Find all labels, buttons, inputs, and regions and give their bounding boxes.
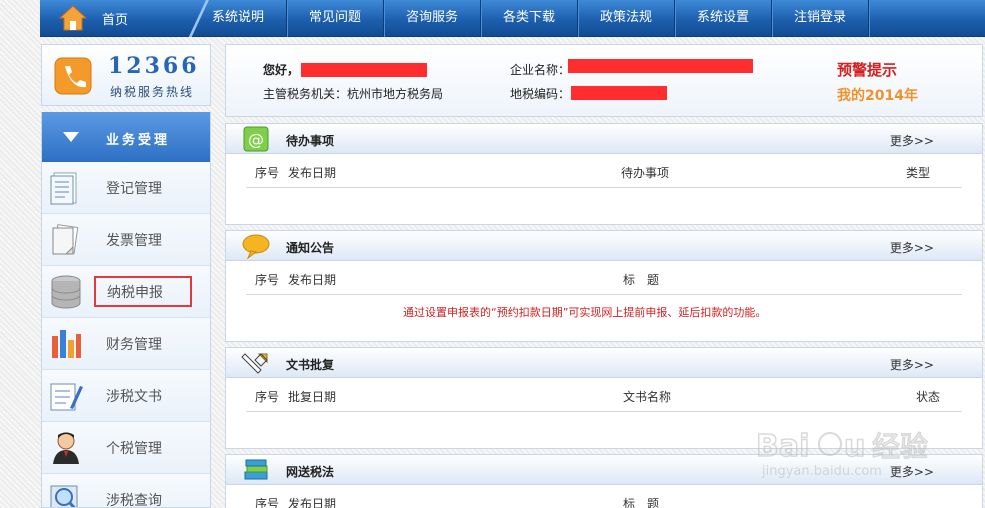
col-title: 标 题 — [623, 273, 660, 287]
home-icon — [58, 5, 88, 31]
panel-title: 通知公告 — [286, 241, 335, 255]
panel-title: 网送税法 — [286, 465, 335, 479]
sidebar-item-tax-query[interactable]: 涉税查询 — [42, 474, 210, 508]
redacted-company-name — [568, 59, 753, 73]
hotline-number: 12366 — [108, 53, 200, 79]
svg-text:Bai: Bai — [756, 429, 809, 464]
phone-icon — [54, 57, 92, 95]
sidebar-item-tax-documents[interactable]: 涉税文书 — [42, 370, 210, 422]
table-header: 序号 发布日期 标 题 — [246, 261, 962, 295]
sidebar-item-label: 涉税查询 — [106, 493, 162, 508]
registration-icon — [50, 172, 77, 205]
my-2014-link[interactable]: 我的2014年 — [837, 85, 918, 105]
nav-item-settings[interactable]: 系统设置 — [675, 0, 772, 37]
sidebar-item-invoice[interactable]: 发票管理 — [42, 214, 210, 266]
quill-pen-icon — [241, 353, 268, 374]
panel-header: @ 待办事项 更多>> — [226, 124, 982, 154]
speech-bubble-icon — [242, 234, 270, 259]
notice-panel: 通知公告 更多>> 序号 发布日期 标 题 通过设置申报表的“预约扣款日期”可实… — [225, 230, 983, 342]
watermark-url: jingyan.baidu.com — [762, 464, 882, 479]
bar-chart-icon — [52, 330, 81, 358]
sidebar-item-label: 财务管理 — [106, 337, 162, 353]
sidebar: 业务受理 登记管理 发票管理 纳税申报 财务管理 涉税文书 个税管理 涉税查询 — [41, 112, 211, 508]
nav-item-logout[interactable]: 注销登录 — [772, 0, 869, 37]
person-icon — [53, 432, 79, 464]
col-index: 序号 — [255, 166, 280, 180]
home-label: 首页 — [102, 13, 129, 28]
sidebar-item-label: 登记管理 — [106, 181, 162, 197]
user-info-box: 您好， 主管税务机关：杭州市地方税务局 企业名称： 地税编码： 预警提示 我的2… — [225, 44, 983, 117]
panel-title: 文书批复 — [286, 358, 335, 372]
col-item: 待办事项 — [621, 166, 670, 180]
svg-text:u: u — [844, 429, 865, 464]
svg-text:经验: 经验 — [872, 430, 928, 463]
sidebar-item-label: 个税管理 — [106, 441, 162, 457]
document-pen-icon — [50, 383, 83, 411]
panel-header: 通知公告 更多>> — [226, 231, 982, 261]
sidebar-item-finance[interactable]: 财务管理 — [42, 318, 210, 370]
sidebar-item-tax-declaration[interactable]: 纳税申报 — [42, 266, 210, 318]
database-icon — [51, 275, 81, 309]
company-label: 企业名称： — [510, 63, 571, 77]
top-nav: 首页 系统说明 常见问题 咨询服务 各类下载 政策法规 系统设置 注销登录 — [40, 0, 985, 37]
table-header: 序号 批复日期 文书名称 状态 — [246, 378, 962, 412]
baidu-paw-logo-icon: Bai u 经验 — [755, 428, 929, 465]
todo-panel: @ 待办事项 更多>> 序号 发布日期 待办事项 类型 — [225, 123, 983, 225]
col-index: 序号 — [255, 273, 280, 287]
col-index: 序号 — [255, 497, 280, 508]
sidebar-item-personal-tax[interactable]: 个税管理 — [42, 422, 210, 474]
col-status: 状态 — [916, 390, 941, 404]
table-header: 序号 发布日期 待办事项 类型 — [246, 154, 962, 188]
collapse-triangle-icon — [63, 132, 79, 142]
sidebar-item-label: 涉税文书 — [106, 389, 162, 405]
nav-item-policies[interactable]: 政策法规 — [578, 0, 675, 37]
col-index: 序号 — [255, 390, 280, 404]
more-link[interactable]: 更多>> — [890, 132, 934, 149]
col-type: 类型 — [906, 166, 931, 180]
more-link[interactable]: 更多>> — [890, 239, 934, 256]
sidebar-item-registration[interactable]: 登记管理 — [42, 162, 210, 214]
nav-item-faq[interactable]: 常见问题 — [287, 0, 384, 37]
col-date: 发布日期 — [288, 273, 337, 287]
invoice-icon — [52, 224, 79, 255]
nav-item-system-guide[interactable]: 系统说明 — [190, 0, 287, 37]
sidebar-header[interactable]: 业务受理 — [42, 112, 210, 162]
warning-link[interactable]: 预警提示 — [837, 59, 897, 80]
baidu-watermark: Bai u 经验 jingyan.baidu.com — [750, 420, 950, 500]
panel-title: 待办事项 — [286, 134, 335, 148]
sidebar-item-label: 发票管理 — [106, 233, 162, 249]
home-link[interactable]: 首页 — [40, 0, 190, 37]
sidebar-item-label: 纳税申报 — [107, 285, 163, 301]
col-date: 发布日期 — [288, 497, 337, 508]
panel-header: 文书批复 更多>> — [226, 348, 982, 378]
tax-authority: 主管税务机关：杭州市地方税务局 — [263, 87, 444, 101]
hotline-banner: 12366 纳税服务热线 — [41, 44, 211, 106]
hotline-label: 纳税服务热线 — [110, 85, 195, 99]
redacted-ds-code — [571, 86, 667, 100]
ds-code-label: 地税编码： — [510, 87, 571, 101]
magnifier-icon — [50, 485, 78, 507]
at-sign-icon: @ — [243, 126, 269, 152]
books-icon — [244, 459, 268, 480]
nav-item-downloads[interactable]: 各类下载 — [481, 0, 578, 37]
svg-text:@: @ — [248, 130, 264, 149]
more-link[interactable]: 更多>> — [890, 356, 934, 373]
col-date: 发布日期 — [288, 166, 337, 180]
col-date: 批复日期 — [288, 390, 337, 404]
sidebar-header-label: 业务受理 — [106, 133, 171, 148]
notice-message[interactable]: 通过设置申报表的“预约扣款日期”可实现网上提前申报、延后扣款的功能。 — [403, 304, 766, 320]
nav-menu: 系统说明 常见问题 咨询服务 各类下载 政策法规 系统设置 注销登录 — [190, 0, 869, 37]
greeting: 您好， — [263, 63, 300, 77]
col-doc-name: 文书名称 — [623, 390, 672, 404]
redacted-username — [301, 63, 427, 77]
col-title: 标 题 — [623, 497, 660, 508]
nav-item-consulting[interactable]: 咨询服务 — [384, 0, 481, 37]
